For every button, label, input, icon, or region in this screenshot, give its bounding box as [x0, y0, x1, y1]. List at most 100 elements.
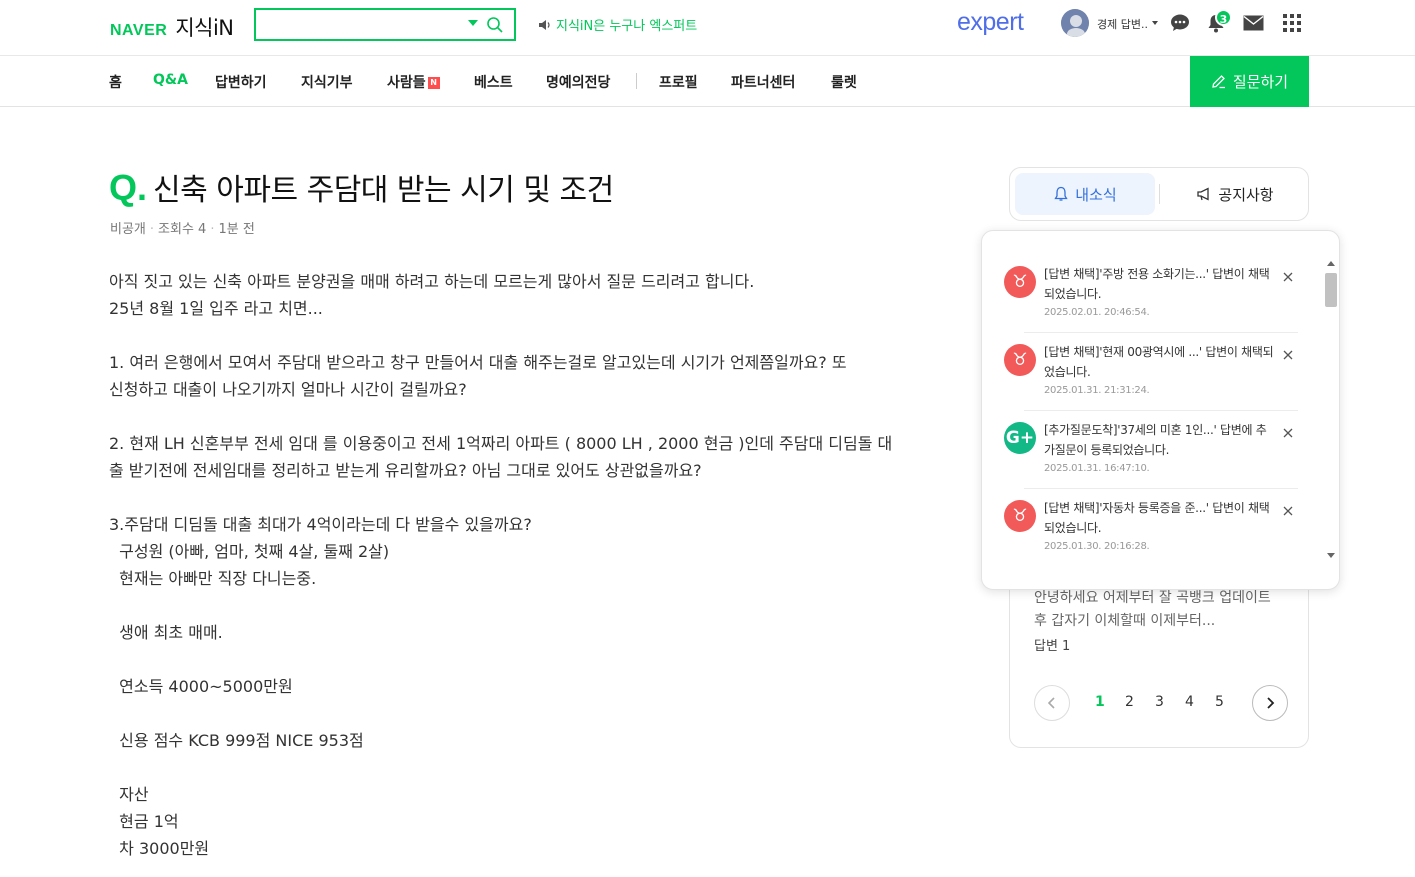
- question-body-line: 자산: [109, 785, 149, 804]
- notification-text[interactable]: [답변 채택]'주방 전용 소화기는...' 답변이 채택되었습니다.: [1044, 264, 1276, 304]
- ask-question-label: 질문하기: [1232, 73, 1289, 91]
- close-icon[interactable]: [1283, 428, 1293, 438]
- ask-question-button[interactable]: 질문하기: [1190, 56, 1309, 107]
- question-body-line: [109, 403, 944, 430]
- notification-text[interactable]: [추가질문도착]'37세의 미혼 1인...' 답변에 추가질문이 등록되었습니…: [1044, 420, 1276, 460]
- tab-notice-label: 공지사항: [1218, 185, 1274, 204]
- jisikin-logo[interactable]: 지식iN: [175, 12, 234, 42]
- naver-logo[interactable]: NAVER: [110, 22, 167, 40]
- nav-item-hall-of-fame[interactable]: 명예의전당: [546, 72, 610, 92]
- scroll-down-arrow-icon[interactable]: [1327, 553, 1335, 558]
- close-icon[interactable]: [1283, 506, 1293, 516]
- tab-my-news-label: 내소식: [1075, 185, 1117, 204]
- taurus-badge-icon: ♉: [1004, 344, 1036, 376]
- page-number[interactable]: 3: [1155, 694, 1164, 710]
- question-body-line: 1. 여러 은행에서 모여서 주담대 받으라고 창구 만들어서 대출 해주는걸로…: [109, 353, 847, 372]
- question-body-line: 25년 8월 1일 입주 라고 치면...: [109, 299, 323, 318]
- notice-ticker-text[interactable]: 지식iN은 누구나 엑스퍼트: [556, 15, 697, 34]
- notification-count-badge: 3: [1215, 9, 1232, 26]
- tab-my-news[interactable]: 내소식: [1015, 173, 1155, 215]
- search-input[interactable]: [256, 10, 456, 39]
- nav-item-partner-center[interactable]: 파트너센터: [731, 72, 795, 92]
- notification-divider: [1024, 332, 1298, 333]
- search-box: [254, 8, 516, 41]
- question-body: 아직 짓고 있는 신축 아파트 분양권을 매매 하려고 하는데 모르는게 많아서…: [109, 268, 944, 862]
- notification-item[interactable]: ♉ [답변 채택]'자동차 등록증을 준...' 답변이 채택되었습니다. 20…: [1004, 488, 1300, 576]
- question-body-line: 차 3000만원: [109, 839, 210, 858]
- megaphone-icon: [1197, 187, 1210, 201]
- main-nav: 홈 Q&A 답변하기 지식기부 사람들 N 베스트 명예의전당 프로필 파트너센터…: [0, 56, 1415, 107]
- nav-item-profile[interactable]: 프로필: [659, 72, 698, 92]
- scroll-up-arrow-icon[interactable]: [1327, 261, 1335, 266]
- question-body-line: 신청하고 대출이 나오기까지 얼마나 시간이 걸릴까요?: [109, 380, 467, 399]
- chevron-left-icon: [1047, 697, 1055, 709]
- question-body-line: 출 받기전에 전세임대를 정리하고 받는게 유리할까요? 아님 그대로 있어도 …: [109, 461, 702, 480]
- notification-time: 2025.01.31. 21:31:24.: [1044, 385, 1150, 396]
- page-number[interactable]: 1: [1095, 694, 1105, 710]
- add-question-icon: G+: [1004, 422, 1036, 454]
- notification-divider: [1024, 410, 1298, 411]
- notification-item[interactable]: ♉ [답변 채택]'현재 00광역시에 ...' 답변이 채택되었습니다. 20…: [1004, 332, 1300, 420]
- question-body-line: 2. 현재 LH 신혼부부 전세 임대 를 이용중이고 전세 1억짜리 아파트 …: [109, 434, 893, 453]
- top-header: NAVER 지식iN 지식iN은 누구나 엑스퍼트 expert 경제 답변..…: [0, 0, 1415, 56]
- question-title: Q. 신축 아파트 주담대 받는 시기 및 조건: [109, 165, 614, 209]
- scroll-thumb[interactable]: [1325, 273, 1337, 307]
- question-meta: 비공개 · 조회수 4 · 1분 전: [110, 218, 255, 237]
- nav-item-answer[interactable]: 답변하기: [215, 72, 267, 92]
- nav-item-qna[interactable]: Q&A: [153, 72, 188, 88]
- prev-page-button[interactable]: [1034, 685, 1070, 721]
- notification-text[interactable]: [답변 채택]'자동차 등록증을 준...' 답변이 채택되었습니다.: [1044, 498, 1276, 538]
- notification-scrollbar[interactable]: [1324, 257, 1338, 565]
- taurus-badge-icon: ♉: [1004, 500, 1036, 532]
- chevron-down-icon[interactable]: [1152, 21, 1158, 25]
- nav-item-best[interactable]: 베스트: [474, 72, 513, 92]
- mail-icon[interactable]: [1243, 15, 1264, 31]
- notification-text[interactable]: [답변 채택]'현재 00광역시에 ...' 답변이 채택되었습니다.: [1044, 342, 1276, 382]
- sidebar-tabs: 내소식 공지사항: [1009, 167, 1309, 221]
- question-author: 비공개: [110, 222, 146, 237]
- speaker-icon: [539, 19, 550, 30]
- pagination: 1 2 3 4 5: [1034, 685, 1288, 721]
- question-body-line: [109, 592, 944, 619]
- notification-time: 2025.01.30. 20:16:28.: [1044, 541, 1150, 552]
- search-dropdown-icon[interactable]: [468, 20, 478, 26]
- next-page-button[interactable]: [1252, 685, 1288, 721]
- question-body-line: [109, 700, 944, 727]
- new-badge: N: [427, 77, 440, 89]
- question-body-line: 신용 점수 KCB 999점 NICE 953점: [109, 731, 364, 750]
- talk-icon[interactable]: [1170, 14, 1190, 32]
- pencil-icon: [1212, 75, 1225, 89]
- notification-item[interactable]: ♉ [답변 채택]'주방 전용 소화기는...' 답변이 채택되었습니다. 20…: [1004, 264, 1300, 342]
- page-number[interactable]: 2: [1125, 694, 1134, 710]
- expert-logo[interactable]: expert: [957, 8, 1024, 37]
- nav-item-people[interactable]: 사람들 N: [387, 72, 440, 92]
- user-name[interactable]: 경제 답변..: [1097, 16, 1148, 32]
- nav-item-people-label: 사람들: [387, 75, 426, 91]
- apps-grid-icon[interactable]: [1283, 14, 1301, 32]
- question-views: 조회수 4: [158, 222, 207, 237]
- tab-divider: [1159, 184, 1160, 204]
- nav-divider: [636, 73, 637, 89]
- question-body-line: 아직 짓고 있는 신축 아파트 분양권을 매매 하려고 하는데 모르는게 많아서…: [109, 272, 755, 291]
- notification-divider: [1024, 488, 1298, 489]
- question-mark-label: Q.: [109, 167, 148, 208]
- page-number[interactable]: 5: [1215, 694, 1224, 710]
- question-body-line: 3.주담대 디딤돌 대출 최대가 4억이라는데 다 받을수 있을까요?: [109, 515, 532, 534]
- close-icon[interactable]: [1283, 272, 1293, 282]
- avatar[interactable]: [1061, 9, 1089, 37]
- tab-notice[interactable]: 공지사항: [1165, 173, 1305, 215]
- search-icon[interactable]: [486, 16, 504, 34]
- page-number[interactable]: 4: [1185, 694, 1194, 710]
- notification-item[interactable]: G+ [추가질문도착]'37세의 미혼 1인...' 답변에 추가질문이 등록되…: [1004, 410, 1300, 498]
- notice-ticker[interactable]: 지식iN은 누구나 엑스퍼트: [538, 15, 697, 34]
- close-icon[interactable]: [1283, 350, 1293, 360]
- nav-item-home[interactable]: 홈: [109, 72, 122, 92]
- nav-item-donation[interactable]: 지식기부: [301, 72, 353, 92]
- naver-jisikin-logo[interactable]: NAVER 지식iN: [110, 12, 234, 42]
- question-body-line: 구성원 (아빠, 엄마, 첫째 4살, 둘째 2살): [109, 542, 390, 561]
- question-preview[interactable]: 안녕하세요 어제부터 잘 곡뱅크 업데이트 후 갑자기 이체할때 이제부터...: [1034, 587, 1284, 633]
- chevron-right-icon: [1267, 697, 1275, 709]
- nav-item-roulette[interactable]: 룰렛: [831, 72, 857, 92]
- meta-dot: ·: [149, 222, 155, 237]
- bell-outline-icon: [1054, 186, 1068, 201]
